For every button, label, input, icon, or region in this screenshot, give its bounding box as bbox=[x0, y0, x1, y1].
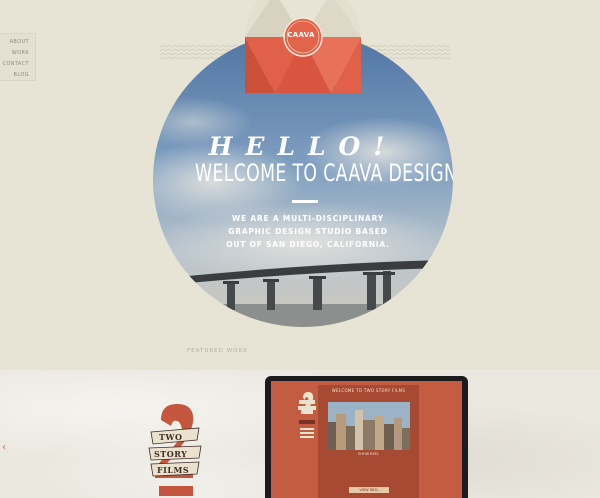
nav-item-work[interactable]: WORK bbox=[0, 48, 35, 59]
city-photo bbox=[328, 402, 410, 450]
screen-logo-icon bbox=[298, 392, 316, 438]
screen-caption: SHOW REEL bbox=[358, 452, 379, 456]
studio-tagline: WE ARE A MULTI-DISCIPLINARY GRAPHIC DESI… bbox=[226, 214, 390, 249]
logo-word-two: TWO bbox=[159, 432, 183, 442]
hello-heading: HELLO! bbox=[208, 132, 398, 161]
logo-word-story: STORY bbox=[154, 449, 188, 459]
two-story-films-logo[interactable]: TWO STORY FILMS bbox=[143, 400, 207, 498]
nav-item-blog[interactable]: BLOG bbox=[0, 70, 35, 81]
heading-divider bbox=[292, 200, 318, 203]
logo-text: CAAVA bbox=[287, 31, 315, 39]
caava-logo-badge[interactable] bbox=[245, 0, 361, 93]
logo-word-films: FILMS bbox=[157, 465, 190, 475]
featured-work-label: FEATURED WORK bbox=[187, 348, 248, 354]
view-reel-button[interactable]: VIEW REEL bbox=[349, 487, 389, 493]
screen-title: WELCOME TO TWO STORY FILMS bbox=[331, 388, 406, 393]
nav-item-contact[interactable]: CONTACT bbox=[0, 59, 35, 70]
welcome-heading: WELCOME TO CAAVA DESIGN bbox=[195, 159, 453, 187]
nav-item-about[interactable]: ABOUT bbox=[0, 37, 35, 48]
prev-arrow-icon[interactable]: ‹ bbox=[2, 442, 6, 453]
main-nav: ABOUT WORK CONTACT BLOG bbox=[0, 33, 36, 81]
